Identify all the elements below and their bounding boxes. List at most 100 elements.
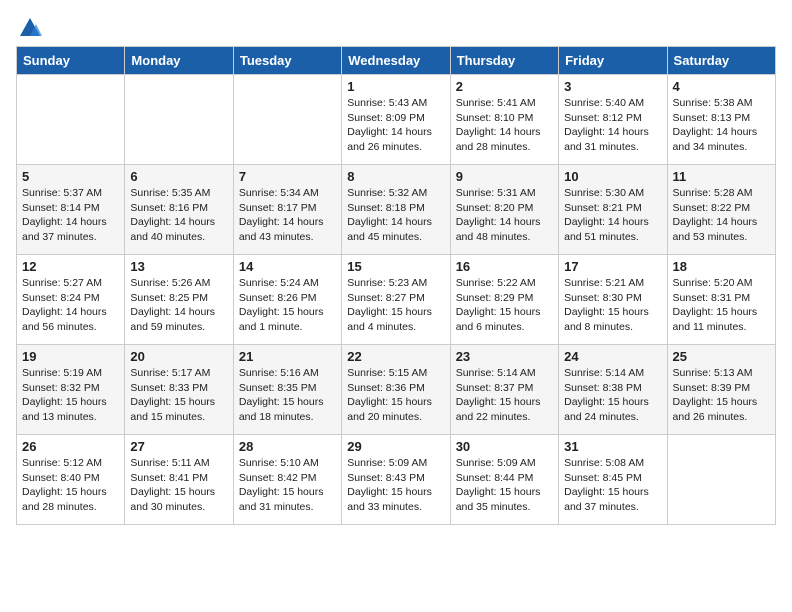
day-info: Sunrise: 5:14 AM Sunset: 8:37 PM Dayligh… [456, 366, 553, 425]
weekday-header: Tuesday [233, 47, 341, 75]
calendar-cell: 10 Sunrise: 5:30 AM Sunset: 8:21 PM Dayli… [559, 165, 667, 255]
day-info: Sunrise: 5:34 AM Sunset: 8:17 PM Dayligh… [239, 186, 336, 245]
day-info: Sunrise: 5:32 AM Sunset: 8:18 PM Dayligh… [347, 186, 444, 245]
calendar-cell: 27 Sunrise: 5:11 AM Sunset: 8:41 PM Dayli… [125, 435, 233, 525]
day-number: 21 [239, 349, 336, 364]
day-number: 24 [564, 349, 661, 364]
day-number: 17 [564, 259, 661, 274]
calendar-cell: 19Sunrise: 5:19 AM Sunset: 8:32 PM Dayli… [17, 345, 125, 435]
calendar-cell: 2 Sunrise: 5:41 AM Sunset: 8:10 PM Daylig… [450, 75, 558, 165]
day-info: Sunrise: 5:16 AM Sunset: 8:35 PM Dayligh… [239, 366, 336, 425]
calendar-cell [125, 75, 233, 165]
calendar-cell: 29 Sunrise: 5:09 AM Sunset: 8:43 PM Dayli… [342, 435, 450, 525]
day-number: 27 [130, 439, 227, 454]
day-info: Sunrise: 5:08 AM Sunset: 8:45 PM Dayligh… [564, 456, 661, 515]
calendar-cell: 24Sunrise: 5:14 AM Sunset: 8:38 PM Dayli… [559, 345, 667, 435]
day-number: 19 [22, 349, 119, 364]
day-number: 10 [564, 169, 661, 184]
calendar-cell: 12 Sunrise: 5:27 AM Sunset: 8:24 PM Dayli… [17, 255, 125, 345]
day-number: 12 [22, 259, 119, 274]
day-info: Sunrise: 5:43 AM Sunset: 8:09 PM Dayligh… [347, 96, 444, 155]
calendar-cell [667, 435, 775, 525]
day-info: Sunrise: 5:09 AM Sunset: 8:44 PM Dayligh… [456, 456, 553, 515]
weekday-header: Sunday [17, 47, 125, 75]
day-info: Sunrise: 5:28 AM Sunset: 8:22 PM Dayligh… [673, 186, 770, 245]
calendar-header: SundayMondayTuesdayWednesdayThursdayFrid… [17, 47, 776, 75]
calendar-cell: 6 Sunrise: 5:35 AM Sunset: 8:16 PM Daylig… [125, 165, 233, 255]
calendar-cell: 7 Sunrise: 5:34 AM Sunset: 8:17 PM Daylig… [233, 165, 341, 255]
calendar-cell: 4 Sunrise: 5:38 AM Sunset: 8:13 PM Daylig… [667, 75, 775, 165]
day-number: 16 [456, 259, 553, 274]
day-info: Sunrise: 5:09 AM Sunset: 8:43 PM Dayligh… [347, 456, 444, 515]
calendar-cell: 22 Sunrise: 5:15 AM Sunset: 8:36 PM Dayli… [342, 345, 450, 435]
calendar-cell [17, 75, 125, 165]
calendar-cell: 9 Sunrise: 5:31 AM Sunset: 8:20 PM Daylig… [450, 165, 558, 255]
weekday-header: Thursday [450, 47, 558, 75]
day-number: 1 [347, 79, 444, 94]
weekday-header: Wednesday [342, 47, 450, 75]
day-info: Sunrise: 5:11 AM Sunset: 8:41 PM Dayligh… [130, 456, 227, 515]
day-info: Sunrise: 5:13 AM Sunset: 8:39 PM Dayligh… [673, 366, 770, 425]
day-info: Sunrise: 5:40 AM Sunset: 8:12 PM Dayligh… [564, 96, 661, 155]
day-number: 15 [347, 259, 444, 274]
day-number: 7 [239, 169, 336, 184]
calendar-table: SundayMondayTuesdayWednesdayThursdayFrid… [16, 46, 776, 525]
day-number: 6 [130, 169, 227, 184]
day-info: Sunrise: 5:30 AM Sunset: 8:21 PM Dayligh… [564, 186, 661, 245]
calendar-cell: 17 Sunrise: 5:21 AM Sunset: 8:30 PM Dayli… [559, 255, 667, 345]
calendar-cell: 1 Sunrise: 5:43 AM Sunset: 8:09 PM Daylig… [342, 75, 450, 165]
day-number: 29 [347, 439, 444, 454]
day-info: Sunrise: 5:38 AM Sunset: 8:13 PM Dayligh… [673, 96, 770, 155]
calendar-cell: 20Sunrise: 5:17 AM Sunset: 8:33 PM Dayli… [125, 345, 233, 435]
weekday-header: Friday [559, 47, 667, 75]
calendar-cell: 15 Sunrise: 5:23 AM Sunset: 8:27 PM Dayli… [342, 255, 450, 345]
calendar-cell: 31Sunrise: 5:08 AM Sunset: 8:45 PM Dayli… [559, 435, 667, 525]
day-info: Sunrise: 5:21 AM Sunset: 8:30 PM Dayligh… [564, 276, 661, 335]
calendar-cell: 26 Sunrise: 5:12 AM Sunset: 8:40 PM Dayli… [17, 435, 125, 525]
calendar-cell: 3 Sunrise: 5:40 AM Sunset: 8:12 PM Daylig… [559, 75, 667, 165]
day-number: 22 [347, 349, 444, 364]
day-number: 13 [130, 259, 227, 274]
day-info: Sunrise: 5:15 AM Sunset: 8:36 PM Dayligh… [347, 366, 444, 425]
calendar-cell: 13Sunrise: 5:26 AM Sunset: 8:25 PM Dayli… [125, 255, 233, 345]
calendar-cell: 25 Sunrise: 5:13 AM Sunset: 8:39 PM Dayli… [667, 345, 775, 435]
day-info: Sunrise: 5:35 AM Sunset: 8:16 PM Dayligh… [130, 186, 227, 245]
day-number: 9 [456, 169, 553, 184]
day-number: 2 [456, 79, 553, 94]
day-number: 23 [456, 349, 553, 364]
calendar-cell: 5 Sunrise: 5:37 AM Sunset: 8:14 PM Daylig… [17, 165, 125, 255]
day-info: Sunrise: 5:27 AM Sunset: 8:24 PM Dayligh… [22, 276, 119, 335]
weekday-header: Saturday [667, 47, 775, 75]
day-number: 14 [239, 259, 336, 274]
calendar-cell: 16Sunrise: 5:22 AM Sunset: 8:29 PM Dayli… [450, 255, 558, 345]
calendar-cell: 28Sunrise: 5:10 AM Sunset: 8:42 PM Dayli… [233, 435, 341, 525]
day-info: Sunrise: 5:12 AM Sunset: 8:40 PM Dayligh… [22, 456, 119, 515]
calendar-cell: 23 Sunrise: 5:14 AM Sunset: 8:37 PM Dayli… [450, 345, 558, 435]
day-number: 25 [673, 349, 770, 364]
logo-icon [18, 16, 42, 40]
calendar-cell: 21 Sunrise: 5:16 AM Sunset: 8:35 PM Dayli… [233, 345, 341, 435]
day-number: 3 [564, 79, 661, 94]
calendar-cell: 18Sunrise: 5:20 AM Sunset: 8:31 PM Dayli… [667, 255, 775, 345]
calendar-cell: 30 Sunrise: 5:09 AM Sunset: 8:44 PM Dayli… [450, 435, 558, 525]
day-number: 30 [456, 439, 553, 454]
calendar-body: 1 Sunrise: 5:43 AM Sunset: 8:09 PM Daylig… [17, 75, 776, 525]
day-info: Sunrise: 5:31 AM Sunset: 8:20 PM Dayligh… [456, 186, 553, 245]
day-info: Sunrise: 5:41 AM Sunset: 8:10 PM Dayligh… [456, 96, 553, 155]
day-info: Sunrise: 5:37 AM Sunset: 8:14 PM Dayligh… [22, 186, 119, 245]
day-number: 18 [673, 259, 770, 274]
weekday-header: Monday [125, 47, 233, 75]
day-number: 8 [347, 169, 444, 184]
day-number: 20 [130, 349, 227, 364]
calendar-cell: 11 Sunrise: 5:28 AM Sunset: 8:22 PM Dayli… [667, 165, 775, 255]
day-info: Sunrise: 5:23 AM Sunset: 8:27 PM Dayligh… [347, 276, 444, 335]
page-header [16, 16, 776, 36]
day-number: 26 [22, 439, 119, 454]
day-number: 4 [673, 79, 770, 94]
day-number: 11 [673, 169, 770, 184]
logo [16, 16, 42, 36]
calendar-cell: 8 Sunrise: 5:32 AM Sunset: 8:18 PM Daylig… [342, 165, 450, 255]
day-info: Sunrise: 5:24 AM Sunset: 8:26 PM Dayligh… [239, 276, 336, 335]
day-number: 5 [22, 169, 119, 184]
day-info: Sunrise: 5:10 AM Sunset: 8:42 PM Dayligh… [239, 456, 336, 515]
